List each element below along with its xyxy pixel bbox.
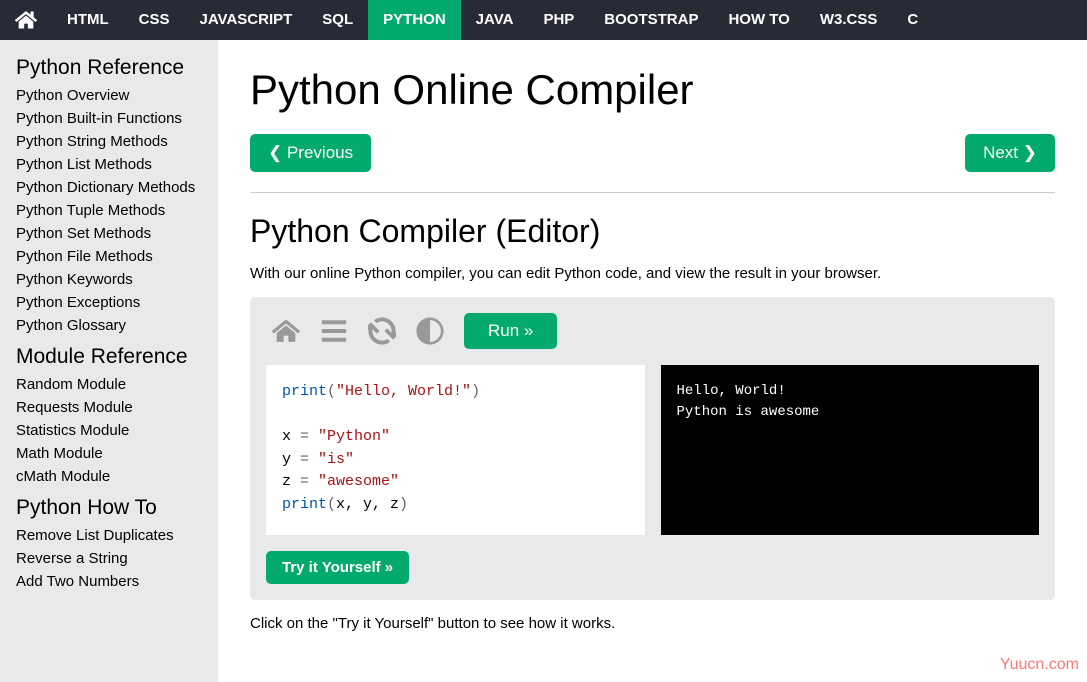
nav-item-css[interactable]: CSS xyxy=(124,0,185,40)
main-content: Python Online Compiler ❮ Previous Next ❯… xyxy=(218,40,1087,682)
sidebar-item[interactable]: Python String Methods xyxy=(0,130,218,153)
sidebar-item[interactable]: Python List Methods xyxy=(0,153,218,176)
code-editor[interactable]: print("Hello, World!") x = "Python" y = … xyxy=(266,365,645,535)
nav-item-html[interactable]: HTML xyxy=(52,0,124,40)
try-it-yourself-button[interactable]: Try it Yourself » xyxy=(266,551,409,584)
sidebar-item[interactable]: Python Dictionary Methods xyxy=(0,176,218,199)
sidebar-item[interactable]: Python Tuple Methods xyxy=(0,199,218,222)
sidebar-heading: Python Reference xyxy=(0,48,218,84)
section-title: Python Compiler (Editor) xyxy=(250,213,1055,250)
nav-item-sql[interactable]: SQL xyxy=(307,0,368,40)
nav-item-javascript[interactable]: JAVASCRIPT xyxy=(185,0,308,40)
sidebar-item[interactable]: Requests Module xyxy=(0,396,218,419)
sidebar-item[interactable]: Statistics Module xyxy=(0,419,218,442)
sidebar-item[interactable]: Remove List Duplicates xyxy=(0,524,218,547)
run-button[interactable]: Run » xyxy=(464,313,557,349)
nav-item-python[interactable]: PYTHON xyxy=(368,0,461,40)
sidebar-item[interactable]: Python Glossary xyxy=(0,314,218,337)
top-nav: HTMLCSSJAVASCRIPTSQLPYTHONJAVAPHPBOOTSTR… xyxy=(0,0,1087,40)
rotate-icon[interactable] xyxy=(368,317,396,345)
sidebar-item[interactable]: cMath Module xyxy=(0,465,218,488)
sidebar-item[interactable]: Random Module xyxy=(0,373,218,396)
nav-item-bootstrap[interactable]: BOOTSTRAP xyxy=(589,0,713,40)
sidebar-item[interactable]: Python File Methods xyxy=(0,245,218,268)
compiler-toolbar: Run » xyxy=(266,313,1039,349)
sidebar-item[interactable]: Python Exceptions xyxy=(0,291,218,314)
nav-item-w3-css[interactable]: W3.CSS xyxy=(805,0,893,40)
menu-icon[interactable] xyxy=(320,317,348,345)
sidebar-item[interactable]: Python Keywords xyxy=(0,268,218,291)
sidebar-item[interactable]: Add Two Numbers xyxy=(0,570,218,593)
theme-icon[interactable] xyxy=(416,317,444,345)
watermark: Yuucn.com xyxy=(1000,656,1079,674)
previous-button[interactable]: ❮ Previous xyxy=(250,134,371,172)
home-icon[interactable] xyxy=(272,317,300,345)
page-title: Python Online Compiler xyxy=(250,66,1055,114)
sidebar-item[interactable]: Python Overview xyxy=(0,84,218,107)
compiler-box: Run » print("Hello, World!") x = "Python… xyxy=(250,297,1055,600)
nav-item-how-to[interactable]: HOW TO xyxy=(713,0,804,40)
sidebar: Python ReferencePython OverviewPython Bu… xyxy=(0,40,218,682)
sidebar-item[interactable]: Python Built-in Functions xyxy=(0,107,218,130)
sidebar-item[interactable]: Math Module xyxy=(0,442,218,465)
nav-item-php[interactable]: PHP xyxy=(528,0,589,40)
output-panel: Hello, World! Python is awesome xyxy=(661,365,1040,535)
sidebar-heading: Python How To xyxy=(0,488,218,524)
intro-text: With our online Python compiler, you can… xyxy=(250,265,1055,282)
next-button[interactable]: Next ❯ xyxy=(965,134,1055,172)
sidebar-item[interactable]: Python Set Methods xyxy=(0,222,218,245)
hint-text: Click on the "Try it Yourself" button to… xyxy=(250,615,1055,632)
sidebar-heading: Module Reference xyxy=(0,337,218,373)
nav-links: HTMLCSSJAVASCRIPTSQLPYTHONJAVAPHPBOOTSTR… xyxy=(52,0,933,40)
nav-item-java[interactable]: JAVA xyxy=(461,0,529,40)
home-icon[interactable] xyxy=(0,0,52,40)
nav-item-c[interactable]: C xyxy=(892,0,933,40)
divider xyxy=(250,192,1055,193)
sidebar-item[interactable]: Reverse a String xyxy=(0,547,218,570)
